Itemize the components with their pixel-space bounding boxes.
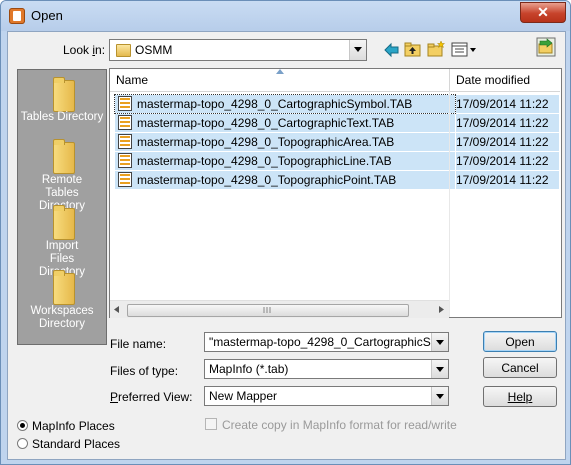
folder-icon [116, 44, 131, 57]
file-date: 17/09/2014 11:22 [456, 135, 549, 149]
file-name: mastermap-topo_4298_0_TopographicArea.TA… [137, 135, 395, 149]
window-title: Open [31, 8, 63, 23]
file-row[interactable]: mastermap-topo_4298_0_TopographicPoint.T… [114, 171, 561, 189]
new-folder-icon[interactable] [427, 40, 445, 58]
mapinfo-places-radio[interactable] [17, 420, 28, 431]
file-row[interactable]: mastermap-topo_4298_0_TopographicLine.TA… [114, 152, 561, 170]
create-copy-label: Create copy in MapInfo format for read/w… [222, 418, 457, 432]
file-name: mastermap-topo_4298_0_TopographicLine.TA… [137, 154, 392, 168]
tab-file-icon [118, 134, 132, 149]
column-header-name[interactable]: Name [110, 69, 450, 92]
places-bar: Tables Directory Remote Tables Directory… [17, 69, 107, 345]
folder-icon [53, 270, 75, 305]
tab-file-icon [118, 96, 132, 111]
tab-file-icon [118, 153, 132, 168]
up-folder-icon[interactable] [404, 40, 422, 58]
sort-ascending-icon [276, 69, 284, 74]
help-button[interactable]: Help [483, 386, 557, 407]
standard-places-label: Standard Places [32, 437, 121, 451]
tab-file-icon [118, 172, 132, 187]
chevron-down-icon[interactable] [431, 360, 448, 378]
file-date: 17/09/2014 11:22 [456, 116, 549, 130]
scroll-right-icon[interactable] [438, 306, 444, 313]
look-in-label: Look in: [63, 43, 106, 57]
places-item-label: Tables Directory [20, 111, 104, 123]
file-name: mastermap-topo_4298_0_CartographicSymbol… [137, 97, 413, 111]
scroll-left-icon[interactable] [114, 306, 120, 313]
mapinfo-places-label: MapInfo Places [32, 419, 115, 433]
close-button[interactable]: ✕ [520, 2, 566, 23]
look-in-combo[interactable]: OSMM [109, 39, 367, 61]
file-date: 17/09/2014 11:22 [456, 173, 549, 187]
file-name-value: "mastermap-topo_4298_0_CartographicSymbo… [209, 335, 431, 349]
horizontal-scrollbar[interactable] [110, 300, 449, 318]
chevron-down-icon[interactable] [431, 387, 448, 405]
open-button[interactable]: Open [483, 331, 557, 352]
file-name: mastermap-topo_4298_0_CartographicText.T… [137, 116, 395, 130]
look-in-value: OSMM [135, 43, 173, 57]
file-row[interactable]: mastermap-topo_4298_0_CartographicText.T… [114, 114, 561, 132]
preferred-view-label: Preferred View: [110, 390, 193, 404]
scrollbar-thumb[interactable] [127, 304, 409, 317]
files-of-type-label: Files of type: [110, 364, 179, 378]
file-date: 17/09/2014 11:22 [456, 97, 549, 111]
column-divider [449, 91, 450, 317]
places-item-label: Workspaces Directory [30, 305, 94, 330]
create-copy-checkbox[interactable] [205, 418, 217, 430]
file-row[interactable]: mastermap-topo_4298_0_CartographicSymbol… [114, 94, 561, 114]
grip-icon [263, 307, 271, 313]
folder-icon [53, 205, 75, 240]
recent-folders-icon[interactable] [536, 37, 556, 57]
preferred-view-select[interactable]: New Mapper [204, 386, 449, 406]
view-menu-icon[interactable] [451, 41, 477, 59]
preferred-view-value: New Mapper [209, 389, 278, 403]
chevron-down-icon[interactable] [431, 333, 448, 351]
title-bar[interactable]: Open ✕ [1, 1, 570, 31]
dialog-body: Look in: OSMM Tables Directory Remote Ta… [7, 31, 566, 460]
cancel-button[interactable]: Cancel [483, 357, 557, 378]
file-list[interactable]: Name Date modified mastermap-topo_4298_0… [109, 68, 562, 318]
back-arrow-icon[interactable] [383, 41, 401, 59]
standard-places-radio[interactable] [17, 438, 28, 449]
mapinfo-app-icon [9, 8, 25, 24]
folder-icon [53, 139, 75, 174]
tab-file-icon [118, 115, 132, 130]
files-of-type-value: MapInfo (*.tab) [209, 362, 289, 376]
file-name: mastermap-topo_4298_0_TopographicPoint.T… [137, 173, 397, 187]
file-name-label: File name: [110, 337, 167, 351]
chevron-down-icon[interactable] [349, 40, 366, 60]
open-dialog: Open ✕ Look in: OSMM Tables Directory Re… [0, 0, 571, 465]
folder-icon [53, 77, 75, 112]
column-header-date[interactable]: Date modified [450, 69, 560, 92]
files-of-type-select[interactable]: MapInfo (*.tab) [204, 359, 449, 379]
file-date: 17/09/2014 11:22 [456, 154, 549, 168]
file-row[interactable]: mastermap-topo_4298_0_TopographicArea.TA… [114, 133, 561, 151]
file-name-field[interactable]: "mastermap-topo_4298_0_CartographicSymbo… [204, 332, 449, 352]
